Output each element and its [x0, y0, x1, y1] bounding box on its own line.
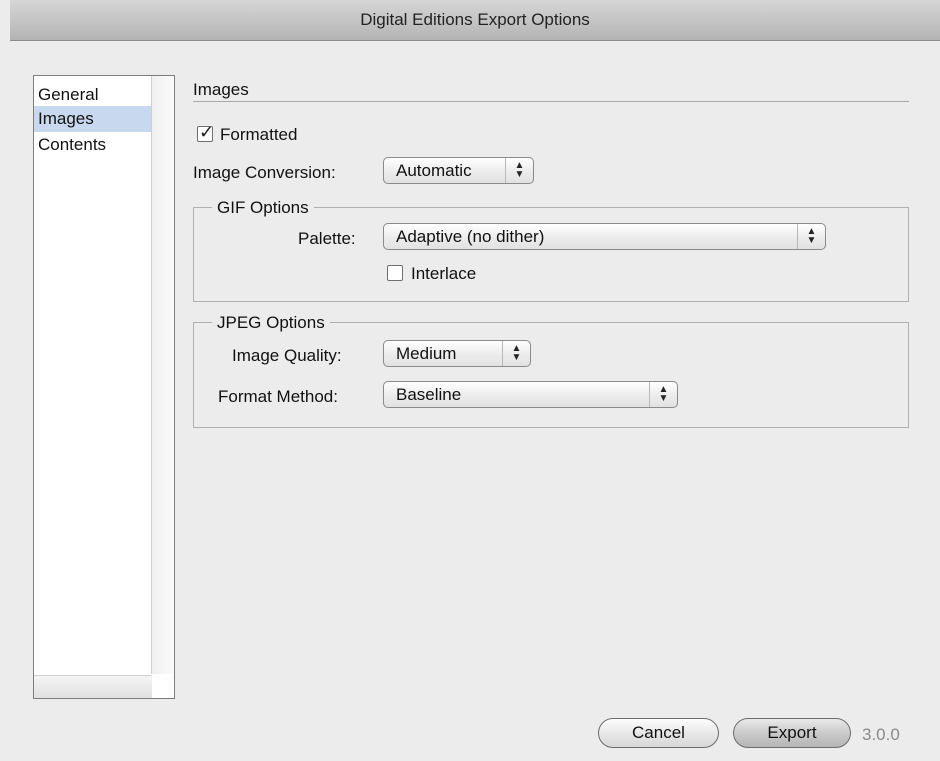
updown-arrows-icon: ▲ ▼: [502, 341, 530, 366]
image-quality-value: Medium: [396, 344, 457, 363]
palette-select[interactable]: Adaptive (no dither) ▲ ▼: [383, 223, 826, 250]
category-list[interactable]: General Images Contents: [33, 75, 175, 699]
updown-arrows-icon: ▲ ▼: [649, 382, 677, 407]
gif-options-legend: GIF Options: [212, 198, 314, 218]
format-method-select[interactable]: Baseline ▲ ▼: [383, 381, 678, 408]
vertical-scrollbar[interactable]: [151, 76, 174, 674]
sidebar-item-general[interactable]: General: [34, 82, 152, 108]
updown-arrows-icon: ▲ ▼: [505, 158, 533, 183]
gif-options-group: [193, 207, 909, 302]
formatted-checkbox[interactable]: ✓: [197, 122, 214, 142]
horizontal-scrollbar[interactable]: [34, 675, 152, 698]
checkmark-icon: ✓: [199, 122, 215, 142]
cancel-button[interactable]: Cancel: [598, 718, 719, 748]
version-label: 3.0.0: [862, 725, 900, 744]
interlace-label: Interlace: [411, 264, 477, 283]
image-conversion-label: Image Conversion:: [193, 163, 336, 182]
image-conversion-select[interactable]: Automatic ▲ ▼: [383, 157, 534, 184]
section-title: Images: [193, 80, 249, 99]
formatted-label: Formatted: [220, 125, 298, 144]
sidebar-item-contents[interactable]: Contents: [34, 132, 152, 158]
image-quality-label: Image Quality:: [232, 346, 342, 365]
section-divider: [193, 101, 909, 102]
jpeg-options-group: [193, 322, 909, 428]
sidebar-item-images[interactable]: Images: [34, 106, 152, 132]
format-method-value: Baseline: [396, 385, 462, 404]
palette-value: Adaptive (no dither): [396, 227, 545, 246]
palette-label: Palette:: [298, 229, 356, 248]
export-button[interactable]: Export: [733, 718, 851, 748]
image-quality-select[interactable]: Medium ▲ ▼: [383, 340, 531, 367]
window-title: Digital Editions Export Options: [10, 0, 940, 41]
jpeg-options-legend: JPEG Options: [212, 313, 330, 333]
updown-arrows-icon: ▲ ▼: [797, 224, 825, 249]
image-conversion-value: Automatic: [396, 161, 472, 180]
interlace-checkbox[interactable]: [387, 265, 403, 281]
format-method-label: Format Method:: [218, 387, 338, 406]
